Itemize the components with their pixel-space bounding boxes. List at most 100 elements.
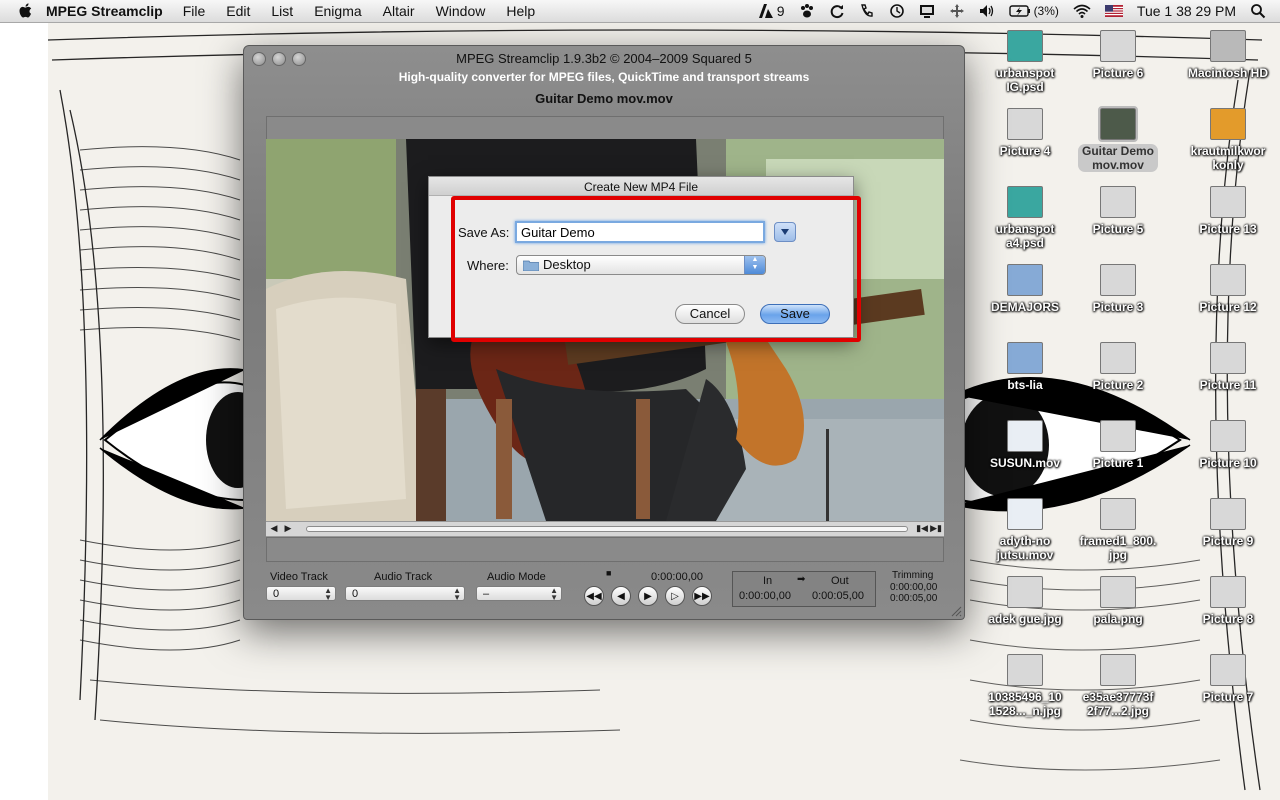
where-value: Desktop: [543, 257, 591, 272]
cancel-button[interactable]: Cancel: [675, 304, 745, 324]
dialog-title: Create New MP4 File: [429, 177, 853, 196]
desktop-icon[interactable]: Picture 4: [975, 108, 1075, 158]
window-subtitle: High-quality converter for MPEG files, Q…: [398, 70, 810, 84]
quicktime-icon: [1007, 420, 1043, 452]
volume-icon[interactable]: [979, 3, 995, 19]
window-title: MPEG Streamclip 1.9.3b2 © 2004–2009 Squa…: [456, 51, 752, 66]
desktop-icon[interactable]: Guitar Demo mov.mov: [1068, 106, 1168, 172]
timeline-scrubber[interactable]: ◀ ▶ ▮◀ ▶▮: [266, 521, 944, 537]
video-track-label: Video Track: [270, 571, 328, 583]
desktop-icon[interactable]: Picture 12: [1178, 264, 1278, 314]
menubar-clock[interactable]: Tue 1 38 29 PM: [1137, 3, 1236, 19]
folder-icon: [523, 260, 539, 271]
desktop-icon[interactable]: adyth-no jutsu.mov: [975, 498, 1075, 562]
audio-mode-select[interactable]: – ▲ ▼: [476, 586, 562, 602]
us-flag-icon[interactable]: [1104, 5, 1123, 17]
desktop-icon[interactable]: Picture 7: [1178, 654, 1278, 704]
desktop-icon[interactable]: e35ae37773f 2f77...2.jpg: [1068, 654, 1168, 718]
step-forward-small-icon[interactable]: ▶▮: [930, 523, 942, 534]
where-select[interactable]: Desktop ▲ ▼: [516, 255, 766, 275]
desktop-icon-label: Picture 2: [1092, 378, 1144, 392]
spotlight-search-icon[interactable]: [1250, 3, 1266, 19]
desktop-icon[interactable]: Picture 11: [1178, 342, 1278, 392]
edit-menu[interactable]: Edit: [226, 3, 250, 19]
desktop-icon[interactable]: Picture 2: [1068, 342, 1168, 392]
play-small-icon[interactable]: ▶: [282, 523, 294, 534]
video-track-select[interactable]: 0 ▲ ▼: [266, 586, 336, 602]
sync-icon[interactable]: [829, 3, 845, 19]
paw-icon[interactable]: [799, 3, 815, 19]
desktop-icon[interactable]: Picture 3: [1068, 264, 1168, 314]
desktop-icon[interactable]: Picture 9: [1178, 498, 1278, 548]
desktop-icon[interactable]: bts-lia: [975, 342, 1075, 392]
psd-icon: [1007, 30, 1043, 62]
display-icon[interactable]: [919, 3, 935, 19]
adobe-icon: [758, 4, 773, 18]
wifi-icon[interactable]: [1073, 3, 1091, 19]
fast-forward-button[interactable]: ▶▶: [692, 586, 712, 606]
help-menu[interactable]: Help: [506, 3, 535, 19]
altair-menu[interactable]: Altair: [383, 3, 415, 19]
phone-icon[interactable]: [859, 3, 875, 19]
desktop-icon[interactable]: Picture 8: [1178, 576, 1278, 626]
image-icon: [1100, 186, 1136, 218]
desktop-icon-label: krautmilkwor konly: [1190, 144, 1266, 172]
quicktime-icon: [1007, 498, 1043, 530]
desktop-icon[interactable]: urbanspot a4.psd: [975, 186, 1075, 250]
resize-grip-icon[interactable]: [950, 605, 962, 617]
image-icon: [1210, 186, 1246, 218]
trimming-label: Trimming: [892, 570, 934, 581]
save-button[interactable]: Save: [760, 304, 830, 324]
rewind-button[interactable]: ◀◀: [584, 586, 604, 606]
audio-track-select[interactable]: 0 ▲ ▼: [345, 586, 465, 602]
desktop-icon[interactable]: pala.png: [1068, 576, 1168, 626]
timeline-track[interactable]: [306, 526, 908, 532]
step-back-button[interactable]: ◀: [611, 586, 631, 606]
desktop-icon[interactable]: Picture 6: [1068, 30, 1168, 80]
image-icon: [1210, 342, 1246, 374]
audio-mode-value: –: [483, 588, 490, 600]
save-as-input[interactable]: [515, 221, 765, 243]
battery-status[interactable]: (3%): [1008, 3, 1059, 19]
step-back-small-icon[interactable]: ▮◀: [916, 523, 928, 534]
desktop-icon[interactable]: Macintosh HD: [1178, 30, 1278, 80]
stepper-icon: ▲ ▼: [324, 586, 332, 602]
stop-icon[interactable]: ■: [606, 568, 611, 578]
app-menu[interactable]: MPEG Streamclip: [46, 3, 163, 19]
desktop-icon[interactable]: urbanspot IG.psd: [975, 30, 1075, 94]
volume-small-icon[interactable]: ◀: [268, 523, 280, 534]
timecode: 0:00:00,00: [651, 571, 703, 583]
desktop-icon[interactable]: framed1_800. jpg: [1068, 498, 1168, 562]
desktop-icon-label: pala.png: [1093, 612, 1143, 626]
desktop-icon[interactable]: Picture 13: [1178, 186, 1278, 236]
desktop-icon[interactable]: krautmilkwor konly: [1178, 108, 1278, 172]
desktop-icon[interactable]: Picture 10: [1178, 420, 1278, 470]
apple-menu-icon[interactable]: [18, 2, 34, 20]
adobe-updater-menu[interactable]: 9: [758, 3, 785, 19]
in-out-panel: In ➡ Out 0:00:00,00 0:00:05,00: [732, 571, 876, 607]
play-button[interactable]: ▶: [638, 586, 658, 606]
desktop-icon-label: adek gue.jpg: [988, 612, 1062, 626]
desktop-icon-label: Picture 8: [1202, 612, 1254, 626]
expand-dialog-button[interactable]: [774, 222, 796, 242]
time-machine-icon[interactable]: [889, 3, 905, 19]
file-menu[interactable]: File: [183, 3, 206, 19]
desktop-icon[interactable]: DEMAJORS: [975, 264, 1075, 314]
desktop-icon-label: Picture 5: [1092, 222, 1144, 236]
desktop-icon-label: Picture 4: [999, 144, 1051, 158]
move-icon[interactable]: [949, 3, 965, 19]
desktop-icon[interactable]: SUSUN.mov: [975, 420, 1075, 470]
desktop-icon[interactable]: Picture 5: [1068, 186, 1168, 236]
step-forward-button[interactable]: ▷: [665, 586, 685, 606]
step-back-icon: ◀: [617, 590, 625, 602]
list-menu[interactable]: List: [271, 3, 293, 19]
window-menu[interactable]: Window: [436, 3, 486, 19]
image-icon: [1210, 654, 1246, 686]
video-track-value: 0: [273, 588, 280, 600]
desktop-icon[interactable]: Picture 1: [1068, 420, 1168, 470]
desktop-icon[interactable]: adek gue.jpg: [975, 576, 1075, 626]
desktop-icon[interactable]: 10385496_10 1528..._n.jpg: [975, 654, 1075, 718]
enigma-menu[interactable]: Enigma: [314, 3, 361, 19]
adobe-count: 9: [776, 3, 785, 19]
desktop-icon-label: SUSUN.mov: [989, 456, 1060, 470]
